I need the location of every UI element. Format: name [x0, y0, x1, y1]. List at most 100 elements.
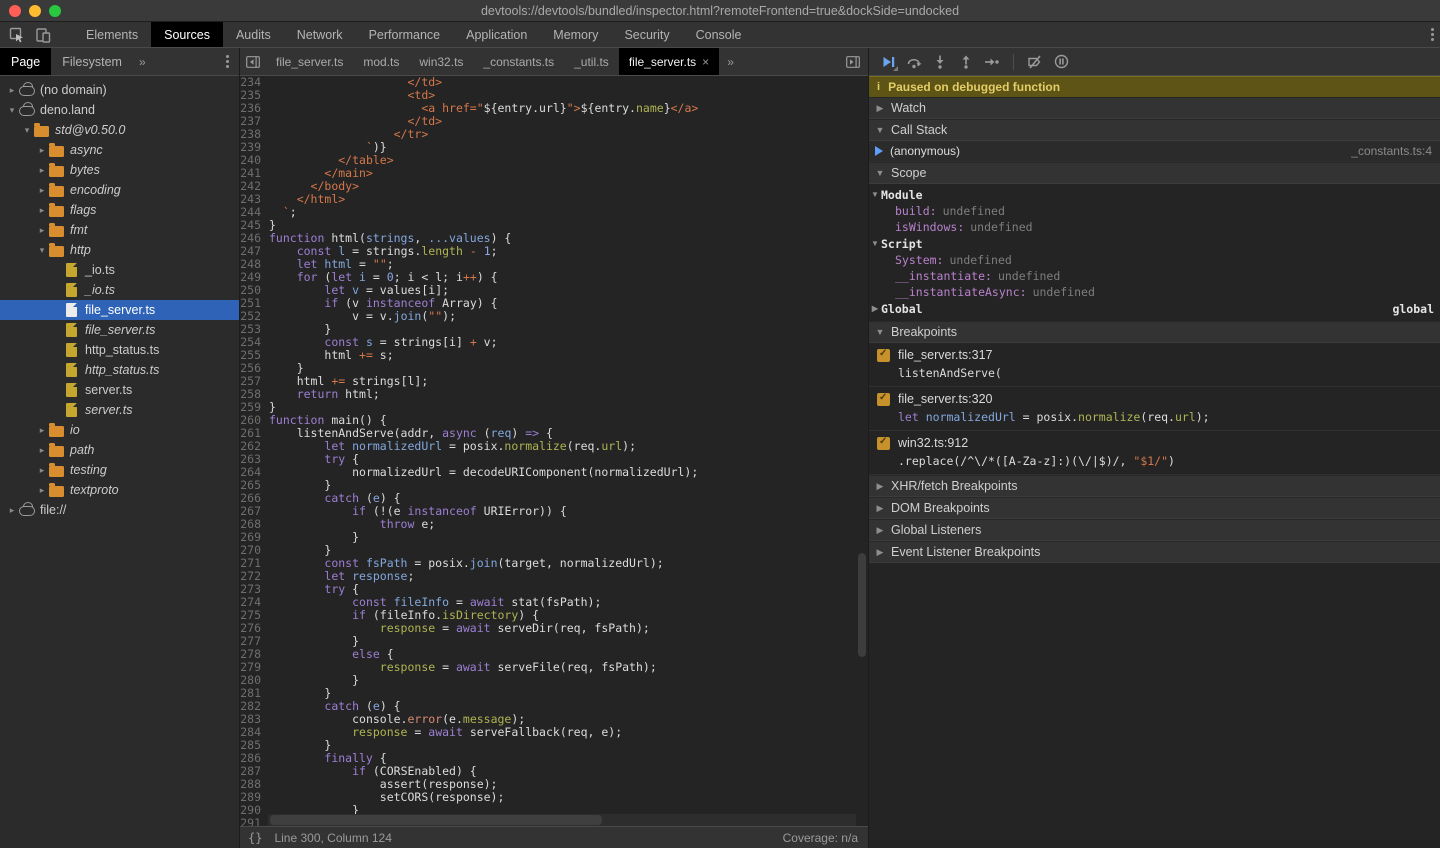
device-toolbar-icon[interactable]: [30, 23, 56, 47]
code-line[interactable]: 284 response = await serveFallback(req, …: [240, 726, 868, 739]
more-tabs-chevron-icon[interactable]: »: [133, 48, 152, 75]
tree-item-_io.ts[interactable]: _io.ts: [0, 280, 239, 300]
tab-security[interactable]: Security: [611, 22, 682, 47]
tab-page[interactable]: Page: [0, 48, 51, 75]
tab-network[interactable]: Network: [284, 22, 356, 47]
navigator-menu-icon[interactable]: [226, 55, 229, 68]
section-dom-breakpoints[interactable]: ▶DOM Breakpoints: [869, 497, 1440, 519]
editor-tab-_util.ts[interactable]: _util.ts: [564, 48, 619, 75]
tree-item-http_status.ts[interactable]: http_status.ts: [0, 340, 239, 360]
line-number[interactable]: 291: [240, 817, 266, 826]
code-line[interactable]: 280 }: [240, 674, 868, 687]
tab-elements[interactable]: Elements: [73, 22, 151, 47]
tree-item-file[interactable]: ▸file://: [0, 500, 239, 520]
step-out-button[interactable]: [953, 50, 979, 74]
code-line[interactable]: 269 }: [240, 531, 868, 544]
section-breakpoints[interactable]: ▼ Breakpoints: [869, 321, 1440, 343]
pause-on-exceptions-button[interactable]: [1048, 50, 1074, 74]
tree-item-testing[interactable]: ▸testing: [0, 460, 239, 480]
scope-property[interactable]: System:undefined: [869, 252, 1440, 268]
tree-item-flags[interactable]: ▸flags: [0, 200, 239, 220]
tab-console[interactable]: Console: [683, 22, 755, 47]
breakpoint-checkbox[interactable]: [877, 393, 890, 406]
resume-script-button[interactable]: [875, 50, 901, 74]
pretty-print-icon[interactable]: {}: [248, 831, 262, 845]
section-event-listener-breakpoints[interactable]: ▶Event Listener Breakpoints: [869, 541, 1440, 563]
tree-item-encoding[interactable]: ▸encoding: [0, 180, 239, 200]
tree-item-std@v0.50.0[interactable]: ▾std@v0.50.0: [0, 120, 239, 140]
close-tab-icon[interactable]: ×: [702, 55, 709, 69]
step-button[interactable]: [979, 50, 1005, 74]
tab-application[interactable]: Application: [453, 22, 540, 47]
toggle-debugger-sidebar-icon[interactable]: [846, 56, 860, 68]
tree-item-server.ts[interactable]: server.ts: [0, 400, 239, 420]
tree-item-file_server.ts[interactable]: file_server.ts: [0, 300, 239, 320]
section-watch[interactable]: ▶ Watch: [869, 97, 1440, 119]
call-stack-frame[interactable]: (anonymous)_constants.ts:4: [869, 141, 1440, 162]
tree-item-_io.ts[interactable]: _io.ts: [0, 260, 239, 280]
editor-tab-mod.ts[interactable]: mod.ts: [353, 48, 409, 75]
tree-item-http[interactable]: ▾http: [0, 240, 239, 260]
tree-item-async[interactable]: ▸async: [0, 140, 239, 160]
tab-memory[interactable]: Memory: [540, 22, 611, 47]
code-line[interactable]: 264 normalizedUrl = decodeURIComponent(n…: [240, 466, 868, 479]
scope-group-script[interactable]: ▼Script: [869, 235, 1440, 252]
paused-banner-text: Paused on debugged function: [888, 80, 1060, 94]
code-line[interactable]: 252 v = v.join("");: [240, 310, 868, 323]
code-editor[interactable]: 234 </td>235 <td>236 <a href="${entry.ur…: [240, 76, 868, 826]
section-label: DOM Breakpoints: [891, 501, 990, 515]
inspect-element-icon[interactable]: [4, 23, 30, 47]
editor-tab-file_server.ts[interactable]: file_server.ts: [266, 48, 353, 75]
scope-property[interactable]: isWindows:undefined: [869, 219, 1440, 235]
breakpoint-entry[interactable]: win32.ts:912.replace(/^\/*([A-Za-z]:)(\/…: [869, 431, 1440, 475]
tree-item-label: file_server.ts: [85, 303, 155, 317]
tree-item-nodomain[interactable]: ▸(no domain): [0, 80, 239, 100]
breakpoint-entry[interactable]: file_server.ts:320let normalizedUrl = po…: [869, 387, 1440, 431]
tab-performance[interactable]: Performance: [356, 22, 454, 47]
section-scope[interactable]: ▼ Scope: [869, 162, 1440, 184]
section-xhr-fetch-breakpoints[interactable]: ▶XHR/fetch Breakpoints: [869, 475, 1440, 497]
editor-tab-_constants.ts[interactable]: _constants.ts: [473, 48, 564, 75]
tab-audits[interactable]: Audits: [223, 22, 284, 47]
hide-navigator-icon[interactable]: [240, 48, 266, 75]
tree-item-fmt[interactable]: ▸fmt: [0, 220, 239, 240]
code-line[interactable]: 244 `;: [240, 206, 868, 219]
scope-group-module[interactable]: ▼Module: [869, 186, 1440, 203]
breakpoint-entry[interactable]: file_server.ts:317listenAndServe(: [869, 343, 1440, 387]
more-editor-tabs-chevron-icon[interactable]: »: [719, 48, 742, 75]
code-line[interactable]: 243 </html>: [240, 193, 868, 206]
tree-item-deno.land[interactable]: ▾deno.land: [0, 100, 239, 120]
step-into-button[interactable]: [927, 50, 953, 74]
scope-property[interactable]: __instantiate:undefined: [869, 268, 1440, 284]
tab-sources[interactable]: Sources: [151, 22, 223, 47]
code-line[interactable]: 258 return html;: [240, 388, 868, 401]
tree-item-textproto[interactable]: ▸textproto: [0, 480, 239, 500]
breakpoint-checkbox[interactable]: [877, 437, 890, 450]
tree-item-path[interactable]: ▸path: [0, 440, 239, 460]
code-line[interactable]: 255 html += s;: [240, 349, 868, 362]
scope-property[interactable]: build:undefined: [869, 203, 1440, 219]
tree-item-bytes[interactable]: ▸bytes: [0, 160, 239, 180]
tab-filesystem[interactable]: Filesystem: [51, 48, 133, 75]
step-over-button[interactable]: [901, 50, 927, 74]
deactivate-breakpoints-button[interactable]: [1022, 50, 1048, 74]
section-global-listeners[interactable]: ▶Global Listeners: [869, 519, 1440, 541]
scope-property[interactable]: __instantiateAsync:undefined: [869, 284, 1440, 300]
tree-item-io[interactable]: ▸io: [0, 420, 239, 440]
editor-tab-active-file_server.ts[interactable]: file_server.ts×: [619, 48, 719, 75]
zoom-window-button[interactable]: [49, 5, 61, 17]
scope-group-global[interactable]: ▶Globalglobal: [869, 300, 1440, 317]
tree-item-http_status.ts[interactable]: http_status.ts: [0, 360, 239, 380]
breakpoint-checkbox[interactable]: [877, 349, 890, 362]
editor-tab-win32.ts[interactable]: win32.ts: [409, 48, 473, 75]
editor-vertical-scrollbar[interactable]: [857, 76, 867, 826]
section-call-stack[interactable]: ▼ Call Stack: [869, 119, 1440, 141]
file-gold-icon: [64, 263, 80, 277]
minimize-window-button[interactable]: [29, 5, 41, 17]
close-window-button[interactable]: [9, 5, 21, 17]
customize-devtools-icon[interactable]: [1431, 28, 1434, 41]
chevron-down-icon: ▼: [869, 190, 881, 199]
tree-item-file_server.ts[interactable]: file_server.ts: [0, 320, 239, 340]
editor-horizontal-scrollbar[interactable]: [268, 814, 856, 826]
tree-item-server.ts[interactable]: server.ts: [0, 380, 239, 400]
